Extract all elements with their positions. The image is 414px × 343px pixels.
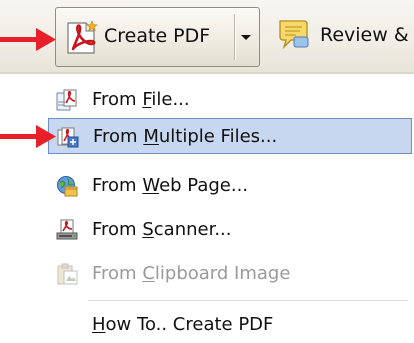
- access-key: M: [143, 126, 159, 147]
- label-text: ile...: [151, 89, 190, 110]
- label-text: From: [92, 219, 143, 240]
- create-pdf-menu: From File... From Multiple Files... From…: [40, 74, 414, 343]
- scanner-icon: [56, 219, 78, 240]
- web-page-icon: [57, 176, 78, 197]
- pdf-multiple-files-icon: [57, 127, 79, 148]
- access-key: H: [92, 314, 106, 335]
- access-key: W: [142, 175, 160, 196]
- menu-item-from-file[interactable]: From File...: [48, 82, 412, 118]
- create-pdf-label: Create PDF: [104, 25, 211, 47]
- menu-item-from-multiple-files[interactable]: From Multiple Files...: [48, 118, 412, 154]
- menu-item-from-web-page[interactable]: From Web Page...: [48, 168, 412, 204]
- label-text: lipboard Image: [154, 263, 291, 284]
- chevron-down-icon[interactable]: [240, 27, 252, 47]
- comment-icon: [279, 20, 309, 50]
- split-divider: [234, 14, 235, 60]
- menu-item-label: From Scanner...: [92, 219, 232, 240]
- label-text: From: [92, 263, 143, 284]
- menu-item-from-scanner[interactable]: From Scanner...: [48, 212, 412, 248]
- menu-separator: [88, 300, 408, 301]
- label-text: eb Page...: [159, 175, 249, 196]
- toolbar: Create PDF Review &: [0, 0, 414, 74]
- access-key: C: [142, 263, 155, 284]
- red-annotation-arrow-icon: [0, 125, 56, 148]
- access-key: S: [142, 219, 154, 240]
- menu-item-label: From Clipboard Image: [92, 263, 290, 284]
- label-text: canner...: [153, 219, 232, 240]
- label-text: ultiple Files...: [158, 126, 278, 147]
- menu-item-label: From Web Page...: [92, 175, 248, 196]
- menu-item-label: From Multiple Files...: [93, 126, 277, 147]
- label-text: From: [92, 89, 143, 110]
- menu-item-label: How To.. Create PDF: [92, 314, 273, 335]
- label-text: From: [93, 126, 144, 147]
- clipboard-image-icon: [57, 263, 78, 285]
- menu-item-label: From File...: [92, 89, 190, 110]
- create-pdf-button[interactable]: Create PDF: [55, 7, 260, 67]
- menu-item-how-to-create-pdf[interactable]: How To.. Create PDF: [48, 307, 412, 343]
- menu-item-from-clipboard-image: From Clipboard Image: [48, 256, 412, 292]
- review-and-comment-button[interactable]: Review &: [268, 7, 414, 67]
- red-annotation-arrow-icon: [0, 28, 56, 51]
- review-label: Review &: [320, 24, 409, 46]
- create-pdf-icon: [67, 20, 98, 54]
- label-text: From: [92, 175, 143, 196]
- label-text: ow To.. Create PDF: [105, 314, 274, 335]
- pdf-from-file-icon: [56, 89, 77, 111]
